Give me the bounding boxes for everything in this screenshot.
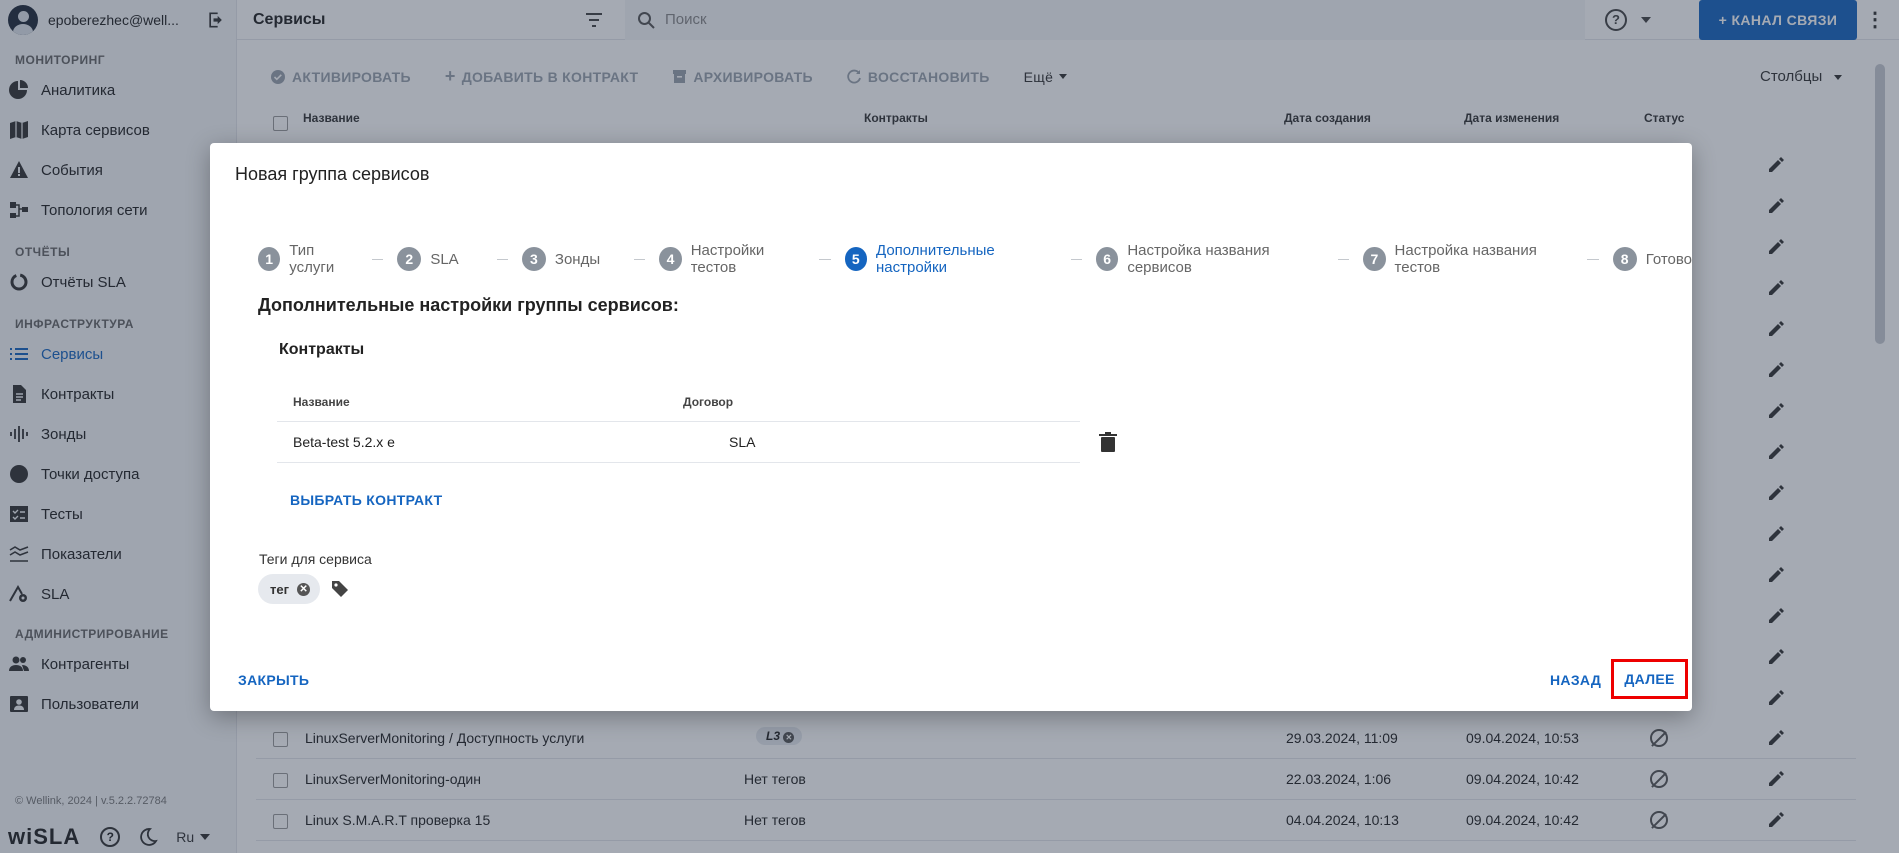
delete-icon[interactable] (1098, 431, 1118, 453)
step-sla[interactable]: 2 SLA (397, 247, 459, 271)
tags-label: Теги для сервиса (259, 551, 372, 567)
contract-name: Beta-test 5.2.x e (293, 434, 395, 450)
step-number: 7 (1363, 247, 1386, 271)
step-label: Дополнительные настройки (876, 242, 995, 276)
step-service-naming[interactable]: 6 Настройка названия сервисов (1095, 242, 1324, 276)
tag-chip: тег ✕ (258, 574, 321, 604)
step-label: SLA (430, 250, 459, 268)
step-divider (1070, 258, 1082, 260)
tag-icon[interactable] (331, 580, 349, 598)
step-number: 1 (258, 247, 281, 271)
contracts-table: Название Договор Beta-test 5.2.x e SLA (277, 382, 1080, 463)
dialog-title: Новая группа сервисов (235, 164, 430, 184)
contracts-title: Контракты (279, 341, 365, 358)
step-additional-settings[interactable]: 5 Дополнительные настройки (844, 242, 1057, 276)
step-label: Настройка названия тестов (1394, 242, 1537, 276)
step-number: 6 (1095, 247, 1119, 271)
table-row: Beta-test 5.2.x e SLA (277, 422, 1080, 463)
step-number: 8 (1612, 247, 1637, 271)
section-title: Дополнительные настройки группы сервисов… (258, 295, 679, 315)
step-label: Готово (1645, 250, 1693, 268)
contracts-table-header: Название Договор (277, 382, 1080, 422)
step-divider (819, 258, 831, 260)
step-divider (634, 258, 646, 260)
step-number: 3 (521, 247, 546, 271)
tag-label: тег (270, 581, 290, 597)
back-button[interactable]: НАЗАД (1550, 672, 1601, 688)
step-label: Тип услуги (289, 242, 335, 276)
select-contract-button[interactable]: ВЫБРАТЬ КОНТРАКТ (290, 492, 442, 508)
close-button[interactable]: ЗАКРЫТЬ (238, 672, 309, 688)
column-agreement: Договор (683, 395, 734, 409)
step-label: Настройки тестов (690, 242, 765, 276)
step-divider (496, 258, 508, 260)
step-label: Настройка названия сервисов (1127, 242, 1270, 276)
step-done[interactable]: 8 Готово (1612, 247, 1693, 271)
step-test-settings[interactable]: 4 Настройки тестов (659, 242, 805, 276)
step-divider (1587, 258, 1599, 260)
new-service-group-dialog: Новая группа сервисов 1 Тип услуги 2 SLA 3… (210, 143, 1692, 711)
step-number: 4 (659, 247, 682, 271)
step-test-naming[interactable]: 7 Настройка названия тестов (1363, 242, 1573, 276)
contract-agreement: SLA (729, 434, 756, 450)
close-icon[interactable]: ✕ (297, 582, 311, 596)
column-name: Название (293, 395, 350, 409)
step-number: 5 (844, 247, 867, 271)
step-label: Зонды (554, 250, 601, 268)
stepper: 1 Тип услуги 2 SLA 3 Зонды 4 Настройки тесто… (258, 242, 1693, 276)
step-number: 2 (397, 247, 422, 271)
next-button[interactable]: ДАЛЕЕ (1611, 659, 1688, 699)
step-probes[interactable]: 3 Зонды (521, 247, 601, 271)
step-service-type[interactable]: 1 Тип услуги (258, 242, 358, 276)
step-divider (1337, 258, 1350, 260)
step-divider (372, 258, 384, 260)
